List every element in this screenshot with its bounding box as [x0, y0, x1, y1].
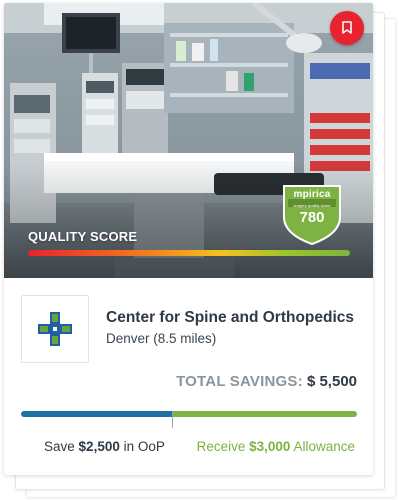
total-savings-label: TOTAL SAVINGS: [176, 373, 303, 390]
total-savings: TOTAL SAVINGS: $ 5,500 [176, 373, 357, 390]
provider-logo [21, 295, 89, 363]
receive-allowance-text: Receive $3,000 Allowance [197, 439, 355, 454]
provider-name[interactable]: Center for Spine and Orthopedics [106, 309, 354, 327]
provider-location: Denver (8.5 miles) [106, 331, 217, 346]
save-oop-text: Save $2,500 in OoP [44, 439, 165, 454]
quality-score-label: QUALITY SCORE [28, 229, 138, 244]
save-prefix: Save [44, 439, 75, 454]
save-suffix: in OoP [123, 439, 165, 454]
receive-suffix: Allowance [293, 439, 355, 454]
badge-brand: mpirica [293, 189, 331, 200]
receive-prefix: Receive [196, 439, 246, 454]
bookmark-icon [342, 21, 352, 34]
bookmark-button[interactable] [330, 11, 364, 45]
allowance-bar-segment [172, 411, 357, 417]
badge-subtitle: surgery quality score [293, 203, 331, 208]
total-savings-amount: $ 5,500 [306, 373, 357, 390]
medical-cross-logo-icon [38, 312, 72, 346]
provider-card[interactable]: mpirica surgery quality score 780 QUALIT… [4, 3, 373, 475]
save-amount: $2,500 [78, 439, 120, 454]
receive-amount: $3,000 [249, 439, 291, 454]
savings-split-bar [21, 411, 357, 417]
badge-score: 780 [299, 209, 325, 226]
split-marker [172, 411, 174, 428]
quality-score-badge: mpirica surgery quality score 780 [282, 183, 342, 246]
quality-score-bar [28, 250, 350, 256]
oop-bar-segment [21, 411, 173, 417]
